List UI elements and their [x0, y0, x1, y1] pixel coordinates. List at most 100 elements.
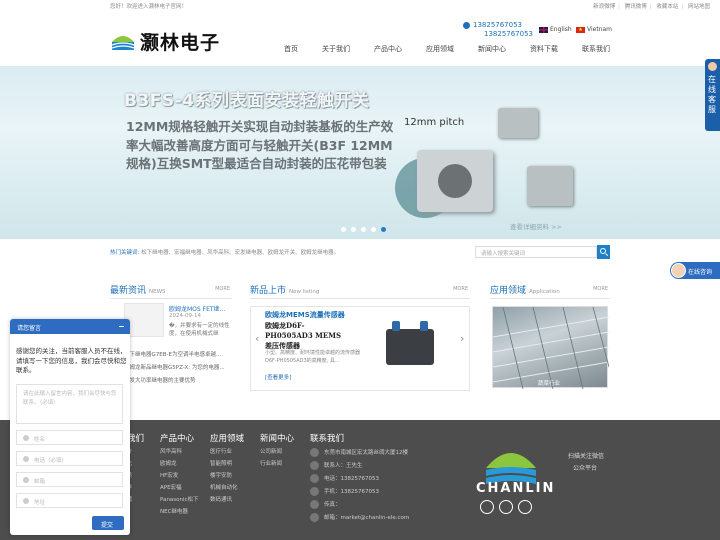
agent-avatar-icon [671, 263, 686, 278]
news-featured-date: 2024-09-14 [169, 313, 201, 319]
slide-dot[interactable] [341, 227, 346, 232]
qr-label-2: 公众平台 [573, 465, 598, 472]
slide-dot[interactable] [361, 227, 366, 232]
contact-fax: 传真： [310, 500, 341, 509]
qq-icon[interactable] [499, 500, 513, 514]
phone-number-2: 13825767053 [484, 30, 533, 38]
logo-text: 灏林电子 [140, 32, 221, 54]
contact-address: 东莞市南城区宏太路丝绸大厦12楼 [310, 448, 408, 457]
social-icons [480, 500, 537, 516]
nav-downloads[interactable]: 资料下载 [530, 44, 558, 54]
phone-field[interactable]: 电话（必填） [16, 451, 123, 466]
online-chat-button[interactable]: 在线咨询 [670, 262, 720, 279]
header-phones: 13825767053 13825767053 [463, 21, 533, 39]
chat-message: 感谢您的关注，当前客服人员不在线，请填写一下您的信息，我们会尽快和您联系。 [16, 347, 127, 374]
switch-image-2 [527, 166, 573, 206]
news-featured-desc: �，并要求有一定的线性度，在使用机械式继 [169, 323, 230, 337]
news-item[interactable]: 松下继电器G7EB-E为空调半电感卓越... [124, 349, 225, 362]
contact-person: 联系人：王先生 [310, 461, 363, 470]
skype-icon[interactable] [518, 500, 532, 514]
weibo-tencent-link[interactable]: 腾讯微博 [625, 4, 647, 10]
phone-icon [463, 22, 470, 29]
news-title: 最新资讯 NEWS [110, 286, 166, 296]
email-icon [23, 477, 29, 483]
address-field[interactable]: 地址 [16, 493, 123, 508]
lang-english[interactable]: English [539, 26, 572, 33]
uk-flag-icon [539, 26, 548, 33]
next-arrow-icon[interactable]: › [460, 332, 464, 345]
product-image[interactable] [386, 321, 434, 365]
slide-dot[interactable] [371, 227, 376, 232]
news-featured-title[interactable]: 欧姆龙MOS FET继... [169, 304, 225, 313]
product-name[interactable]: 欧姆龙MEMS流量传感器 [265, 310, 345, 320]
online-service-label: 在线客服 [708, 75, 716, 114]
footer-col-contact: 联系我们 [310, 434, 345, 444]
submit-button[interactable]: 提交 [92, 516, 124, 530]
user-icon [23, 435, 29, 441]
minimize-icon[interactable] [119, 326, 124, 327]
nav-news[interactable]: 新闻中心 [478, 44, 506, 54]
news-item[interactable]: 宏发大功率继电器的主要优势 [124, 375, 225, 388]
location-icon [23, 498, 29, 504]
product-card[interactable]: 欧姆龙MEMS流量传感器 欧姆龙D6F-PH0505AD3 MEMS差压传感器 … [250, 306, 470, 391]
applications-title: 应用领域 Application [490, 286, 560, 296]
bookmark-link[interactable]: 收藏本站 [656, 4, 678, 10]
mobile-icon [310, 487, 319, 496]
online-chat-label: 在线咨询 [688, 269, 713, 276]
news-list: 松下继电器G7EB-E为空调半电感卓越... 欧姆龙新品继电器G5PZ-X: 为… [124, 349, 225, 388]
contact-phone: 电话：13825767053 [310, 474, 379, 483]
logo-mark-icon [110, 26, 136, 52]
weibo-sina-link[interactable]: 新浪微博 [593, 4, 615, 10]
application-image[interactable]: 蔬菜行业 [492, 306, 610, 390]
news-item[interactable]: 欧姆龙新品继电器G5PZ-X: 为您的电器... [124, 362, 225, 375]
message-textarea[interactable]: 请在此输入留言内容，我们会尽快与您联系。（必填） [16, 384, 123, 424]
footer-col-news: 新闻中心 公司新闻 行业新闻 [260, 434, 295, 467]
phone-icon [23, 456, 29, 462]
product-detail-link[interactable]: [查看更多] [265, 373, 291, 381]
email-icon [310, 513, 319, 522]
top-bar: 您好！欢迎进入灏林电子官网！ 新浪微博 | 腾讯微博 | 收藏本站 | 网站地图 [0, 0, 720, 11]
banner-description: 12MM规格轻触开关实现自动封装基板的生产效率大幅改善高度方面可与轻触开关(B3… [126, 119, 394, 171]
switch-button-image [438, 164, 472, 198]
banner-title: B3FS-4系列表面安装轻触开关 [124, 91, 370, 111]
online-service-tab[interactable]: 在线客服 [705, 59, 720, 131]
nav-contact[interactable]: 联系我们 [582, 44, 610, 54]
service-avatar-icon [708, 62, 717, 71]
banner-more-link[interactable]: 查看详细资料 >> [510, 221, 562, 231]
nav-applications[interactable]: 应用领域 [426, 44, 454, 54]
news-thumbnail[interactable] [124, 303, 164, 337]
top-links: 新浪微博 | 腾讯微博 | 收藏本站 | 网站地图 [593, 4, 710, 10]
product-desc: 小型、高精度、耐环境性能卓越的流传感器D6F-PH0505AD3的高精度, 具.… [265, 350, 361, 364]
nav-about[interactable]: 关于我们 [322, 44, 350, 54]
contact-mobile: 手机：13825767053 [310, 487, 379, 496]
products-more-link[interactable]: MORE [453, 286, 468, 292]
products-title: 新品上市 New listing [250, 286, 320, 296]
search-input[interactable]: 请输入搜索关键词 [475, 246, 597, 258]
vietnam-flag-icon: ★ [576, 26, 585, 33]
nav-products[interactable]: 产品中心 [374, 44, 402, 54]
switch-image-1 [498, 108, 538, 138]
site-logo[interactable]: 灏林电子 [110, 26, 222, 54]
footer-col-products: 产品中心 风华高科 欧姆龙 HF宏发 APE宏福 Panasonic松下 NEC… [160, 434, 199, 515]
hero-banner[interactable]: B3FS-4系列表面安装轻触开关 12MM规格轻触开关实现自动封装基板的生产效率… [0, 66, 720, 239]
prev-arrow-icon[interactable]: ‹ [255, 332, 259, 345]
qr-label-1: 扫描关注微信 [568, 453, 605, 460]
chat-header: 请您留言 [10, 319, 130, 334]
weibo-icon[interactable] [480, 500, 494, 514]
slide-dot[interactable] [351, 227, 356, 232]
name-field[interactable]: 姓名 [16, 430, 123, 445]
search-button[interactable] [597, 245, 610, 259]
hot-keywords-list[interactable]: 松下继电器、宏福继电器、风华高科、宏发继电器、欧姆龙开关、欧姆龙继电器。 [141, 250, 339, 256]
slide-dot-active[interactable] [381, 227, 386, 232]
banner-pitch-label: 12mm pitch [404, 117, 465, 128]
lang-vietnam[interactable]: ★ Vietnam [576, 26, 612, 33]
applications-more-link[interactable]: MORE [593, 286, 608, 292]
email-field[interactable]: 邮箱 [16, 472, 123, 487]
footer-col-applications: 应用领域 医疗行业 智能照明 楼宇安防 机械自动化 数码通讯 [210, 434, 245, 503]
greenhouse-image [492, 306, 610, 390]
leave-message-dialog: 请您留言 感谢您的关注，当前客服人员不在线，请填写一下您的信息，我们会尽快和您联… [10, 319, 130, 535]
news-more-link[interactable]: MORE [215, 286, 230, 292]
nav-home[interactable]: 首页 [284, 44, 298, 54]
sitemap-link[interactable]: 网站地图 [688, 4, 710, 10]
product-model[interactable]: 欧姆龙D6F-PH0505AD3 MEMS差压传感器 [265, 321, 345, 351]
